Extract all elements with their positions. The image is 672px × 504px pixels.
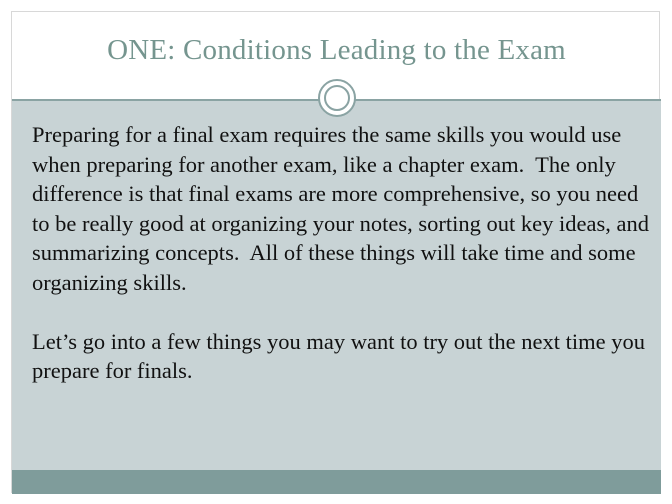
body-paragraph-1: Preparing for a final exam requires the … bbox=[32, 122, 655, 295]
slide-body: Preparing for a final exam requires the … bbox=[32, 120, 652, 386]
footer-bar bbox=[12, 470, 661, 494]
slide-title: ONE: Conditions Leading to the Exam bbox=[107, 34, 566, 66]
divider-circle-inner bbox=[324, 85, 350, 111]
divider-circle-ornament bbox=[318, 79, 356, 117]
slide: ONE: Conditions Leading to the Exam Prep… bbox=[11, 11, 661, 494]
body-paragraph-2: Let’s go into a few things you may want … bbox=[32, 328, 646, 384]
